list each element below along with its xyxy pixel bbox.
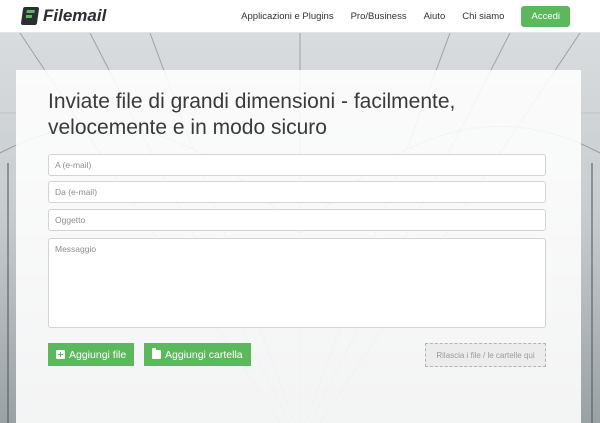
top-navbar: Filemail Applicazioni e Plugins Pro/Busi… xyxy=(0,0,600,33)
subject-field[interactable] xyxy=(48,209,546,231)
nav-link-help[interactable]: Aiuto xyxy=(424,11,446,22)
from-email-field[interactable] xyxy=(48,181,546,203)
add-files-button[interactable]: Aggiungi file xyxy=(48,343,135,366)
nav-link-apps-plugins[interactable]: Applicazioni e Plugins xyxy=(241,11,333,22)
add-folder-button[interactable]: Aggiungi cartella xyxy=(144,343,251,366)
drop-zone[interactable]: Rilascia i file / le cartelle qui xyxy=(425,343,546,367)
send-form-panel: Inviate file di grandi dimensioni - faci… xyxy=(16,70,581,423)
nav-link-pro-business[interactable]: Pro/Business xyxy=(351,11,407,22)
brand-name: Filemail xyxy=(43,6,107,25)
nav-link-about[interactable]: Chi siamo xyxy=(462,11,504,22)
add-files-label: Aggiungi file xyxy=(69,348,127,361)
filemail-logo-icon xyxy=(20,7,40,25)
add-folder-label: Aggiungi cartella xyxy=(165,348,243,361)
page-title: Inviate file di grandi dimensioni - faci… xyxy=(48,90,456,139)
nav-links: Applicazioni e Plugins Pro/Business Aiut… xyxy=(224,5,570,27)
plus-square-icon xyxy=(56,350,65,359)
login-button[interactable]: Accedi xyxy=(521,5,570,27)
to-email-field[interactable] xyxy=(48,154,546,176)
folder-icon xyxy=(152,348,161,359)
brand-logo[interactable]: Filemail xyxy=(20,0,107,33)
message-field[interactable] xyxy=(48,238,546,328)
